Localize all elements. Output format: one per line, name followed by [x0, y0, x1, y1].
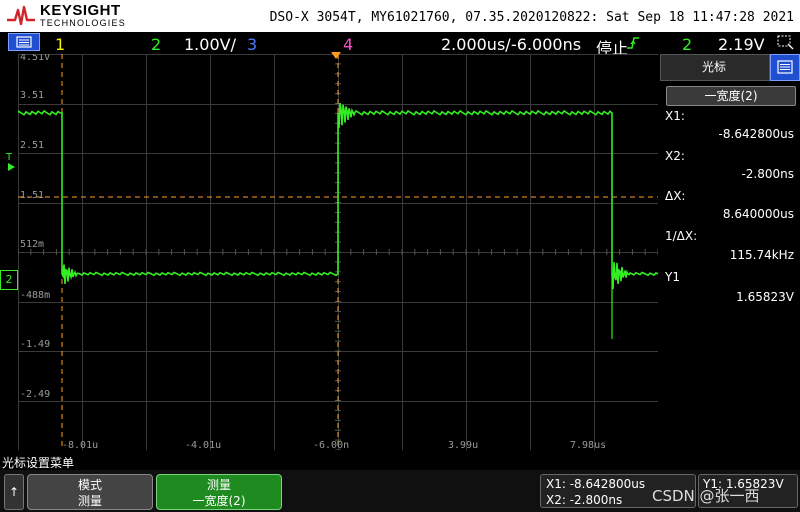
channel-3-indicator[interactable]: 3: [247, 35, 257, 54]
waveform-display[interactable]: 4.51V 3.51 2.51 1.51 512m -488m -1.49 -2.49 -8.…: [18, 54, 658, 450]
channel-2-scale[interactable]: 1.00V/: [184, 35, 236, 54]
trigger-source[interactable]: 2: [682, 35, 692, 54]
x-axis-labels: -8.01u -4.01u -6.00n 3.99u 7.98us: [62, 440, 606, 450]
status-bar: [0, 32, 800, 52]
brand-name: KEYSIGHT: [40, 2, 121, 19]
readout-label-frequency: 1/ΔX:: [665, 229, 698, 243]
readout-value-delta-x: 8.640000us: [722, 207, 794, 221]
readout-value-x2: -2.800ns: [741, 167, 794, 181]
readout-value-y1: 1.65823V: [736, 290, 794, 304]
readout-label-x2: X2:: [665, 149, 685, 163]
readout-label-delta-x: ΔX:: [665, 189, 686, 203]
horizontal-delay[interactable]: -6.000ns: [511, 35, 581, 54]
trigger-position-icon: [331, 52, 341, 59]
panel-menu-button[interactable]: [770, 54, 800, 81]
trigger-level-marker[interactable]: T: [6, 152, 12, 163]
cursor-tab-label: 光标: [701, 60, 726, 74]
x-tick-label: -8.01u: [62, 440, 98, 450]
y-tick-label: -1.49: [20, 339, 50, 350]
softkey-mode-value: 测量: [77, 494, 102, 508]
softkey-measure-value: 一宽度(2): [192, 494, 246, 508]
softkey-measure[interactable]: 测量 一宽度(2): [156, 474, 282, 510]
softkey-measure-label: 测量: [206, 478, 231, 492]
timebase-scale[interactable]: 2.000us/: [441, 35, 511, 54]
x-tick-label: -4.01u: [185, 440, 221, 450]
y-tick-label: 512m: [20, 239, 44, 250]
y-tick-label: -488m: [20, 290, 50, 301]
menu-title: 光标设置菜单: [2, 456, 75, 470]
channel-1-indicator[interactable]: 1: [55, 35, 65, 54]
readout-label-y1: Y1: [665, 270, 680, 284]
readout-label-x1: X1:: [665, 109, 685, 123]
trigger-edge-icon[interactable]: [626, 37, 640, 49]
cursor-mode-select[interactable]: 一宽度(2): [666, 86, 796, 106]
y-tick-label: 3.51: [20, 90, 44, 101]
softkey-mode-label: 模式: [77, 478, 102, 492]
readout-value-x1: -8.642800us: [718, 127, 794, 141]
y-tick-label: 1.51: [20, 190, 44, 201]
x-tick-label: -6.00n: [313, 440, 349, 450]
y-tick-label: 2.51: [20, 140, 44, 151]
watermark: CSDN @张一西: [652, 487, 760, 505]
keysight-logo-icon: [7, 5, 35, 26]
brand-subtitle: TECHNOLOGIES: [40, 18, 126, 28]
y-tick-label: -2.49: [20, 389, 50, 400]
x-tick-label: 3.99u: [448, 440, 478, 450]
menu-icon: [777, 60, 793, 74]
menu-up-button[interactable]: ↑: [4, 474, 24, 510]
up-arrow-icon: ↑: [8, 485, 20, 499]
menu-icon: [16, 36, 32, 48]
softkey-mode[interactable]: 模式 测量: [27, 474, 153, 510]
trigger-level[interactable]: 2.19V: [718, 35, 765, 54]
crosshair-icon[interactable]: [776, 34, 794, 50]
trace-path: [18, 102, 658, 290]
y-tick-label: 4.51V: [20, 54, 50, 63]
instrument-info: DSO-X 3054T, MY61021760, 07.35.202012082…: [269, 10, 794, 25]
x-tick-label: 7.98us: [570, 440, 606, 450]
main-menu-button[interactable]: [8, 33, 40, 51]
y-axis-labels: 4.51V 3.51 2.51 1.51 512m -488m -1.49 -2.49: [20, 54, 50, 400]
trigger-arrow-icon: [8, 163, 15, 171]
channel-2-indicator[interactable]: 2: [151, 35, 161, 54]
channel-4-indicator[interactable]: 4: [343, 35, 353, 54]
channel-2-ground-marker[interactable]: 2: [0, 270, 18, 290]
readout-value-frequency: 115.74kHz: [729, 248, 794, 262]
